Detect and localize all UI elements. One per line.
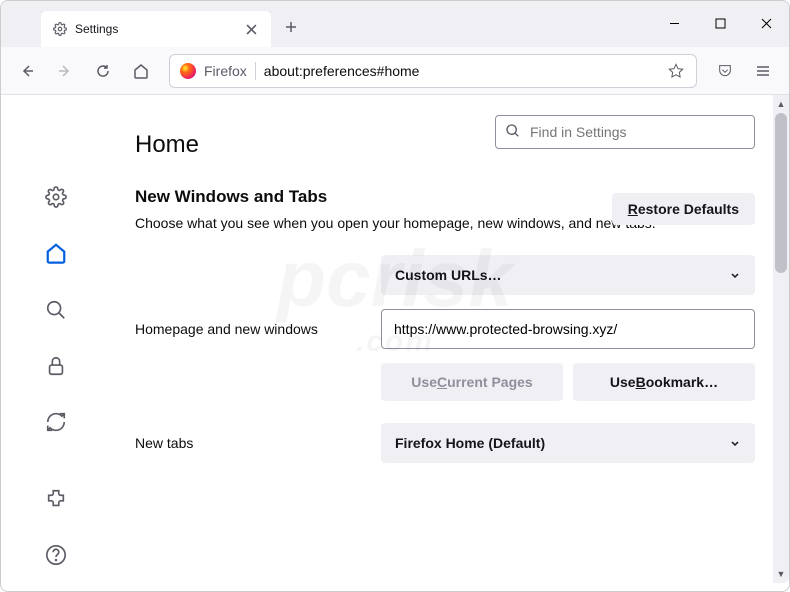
url-divider	[255, 62, 256, 80]
forward-button[interactable]	[49, 55, 81, 87]
browser-tab[interactable]: Settings	[41, 11, 271, 47]
select-value: Custom URLs…	[395, 267, 502, 283]
reload-button[interactable]	[87, 55, 119, 87]
settings-search	[495, 115, 755, 149]
sidebar-search-icon[interactable]	[36, 292, 76, 328]
new-tab-button[interactable]	[277, 13, 305, 41]
sidebar	[1, 95, 111, 591]
close-button[interactable]	[743, 1, 789, 45]
scroll-up-icon[interactable]: ▲	[773, 96, 789, 112]
scrollbar-thumb[interactable]	[775, 113, 787, 273]
select-value: Firefox Home (Default)	[395, 435, 545, 451]
minimize-button[interactable]	[651, 1, 697, 45]
gear-icon	[53, 22, 67, 36]
homepage-label: Homepage and new windows	[135, 321, 369, 337]
sidebar-privacy-icon[interactable]	[36, 348, 76, 384]
firefox-icon	[180, 63, 196, 79]
close-icon[interactable]	[243, 21, 259, 37]
titlebar: Settings	[1, 1, 789, 47]
sidebar-general-icon[interactable]	[36, 179, 76, 215]
address-bar[interactable]: Firefox about:preferences#home	[169, 54, 697, 88]
toolbar: Firefox about:preferences#home	[1, 47, 789, 95]
maximize-button[interactable]	[697, 1, 743, 45]
menu-button[interactable]	[747, 55, 779, 87]
settings-search-input[interactable]	[495, 115, 755, 149]
homepage-mode-select[interactable]: Custom URLs…	[381, 255, 755, 295]
search-icon	[505, 123, 521, 139]
use-bookmark-button[interactable]: Use Bookmark…	[573, 363, 755, 401]
sidebar-sync-icon[interactable]	[36, 404, 76, 440]
chevron-down-icon	[729, 269, 741, 281]
sidebar-home-icon[interactable]	[36, 235, 76, 271]
newtabs-label: New tabs	[135, 435, 369, 451]
url-prefix: Firefox	[204, 63, 247, 79]
homepage-buttons: Use Current Pages Use Bookmark…	[381, 363, 755, 401]
back-button[interactable]	[11, 55, 43, 87]
tab-title: Settings	[75, 22, 235, 36]
use-current-pages-button[interactable]: Use Current Pages	[381, 363, 563, 401]
window-controls	[651, 1, 789, 45]
newtabs-row: New tabs Firefox Home (Default)	[135, 423, 755, 463]
homepage-select-row: Custom URLs…	[135, 255, 755, 295]
vertical-scrollbar[interactable]: ▲ ▼	[773, 95, 789, 583]
sidebar-extensions-icon[interactable]	[36, 480, 76, 516]
home-button[interactable]	[125, 55, 157, 87]
content-area: Home Restore Defaults New Windows and Ta…	[1, 95, 789, 591]
sidebar-help-icon[interactable]	[36, 537, 76, 573]
chevron-down-icon	[729, 437, 741, 449]
scroll-down-icon[interactable]: ▼	[773, 566, 789, 582]
url-text: about:preferences#home	[264, 63, 420, 79]
pocket-button[interactable]	[709, 55, 741, 87]
bookmark-star-icon[interactable]	[666, 63, 686, 79]
main-panel: Home Restore Defaults New Windows and Ta…	[111, 95, 789, 591]
homepage-url-input[interactable]	[381, 309, 755, 349]
newtabs-select[interactable]: Firefox Home (Default)	[381, 423, 755, 463]
restore-defaults-button[interactable]: Restore Defaults	[612, 193, 755, 225]
homepage-url-row: Homepage and new windows	[135, 309, 755, 349]
